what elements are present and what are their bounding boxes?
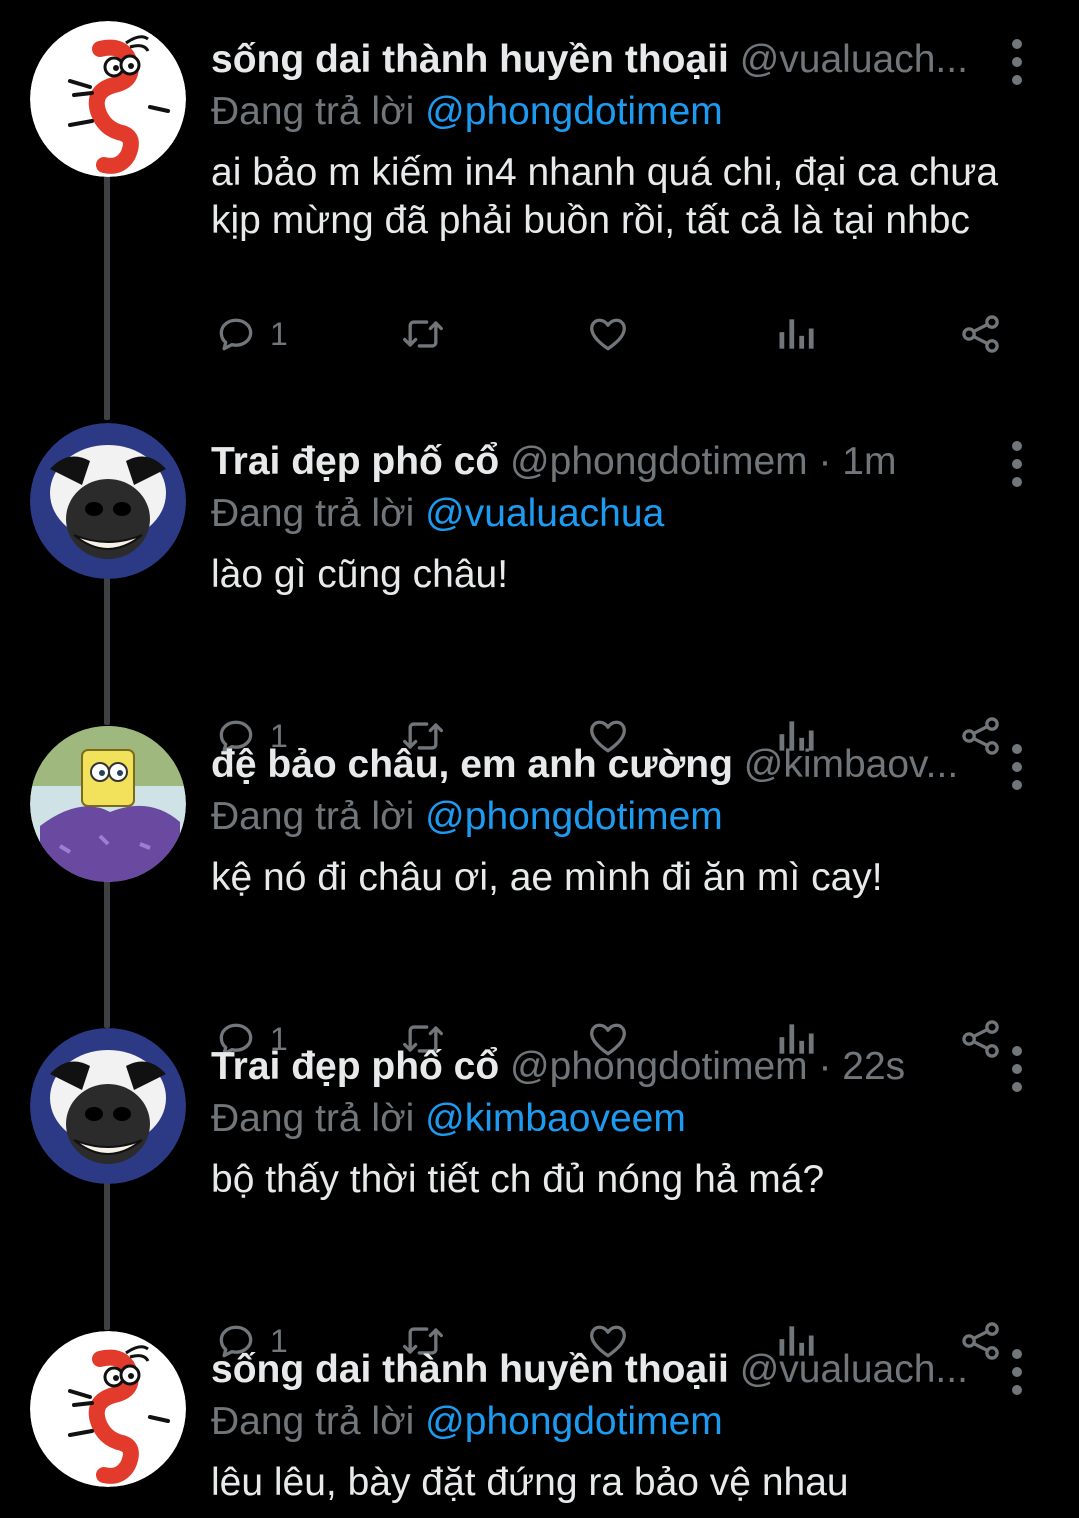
more-button[interactable]: [1000, 1042, 1034, 1096]
retweet-button[interactable]: [398, 307, 448, 361]
retweet-icon: [398, 312, 448, 356]
share-button[interactable]: [958, 307, 1004, 361]
replying-prefix: Đang trả lời: [211, 1097, 415, 1140]
more-vertical-icon: [1000, 35, 1034, 89]
replying-to: Đang trả lời @phongdotimem: [211, 792, 723, 842]
user-handle[interactable]: @vualuach...: [740, 38, 968, 81]
tweet-header: sống dai thành huyền thoạii @vualuach...: [211, 35, 981, 85]
reply-button[interactable]: 1: [214, 307, 288, 361]
views-icon: [776, 312, 816, 356]
replying-prefix: Đang trả lời: [211, 1400, 415, 1443]
tweet-header: sống dai thành huyền thoạii @vualuach...: [211, 1345, 981, 1395]
dragon-avatar[interactable]: [30, 1331, 186, 1487]
display-name[interactable]: Trai đẹp phố cổ: [211, 1045, 499, 1088]
more-button[interactable]: [1000, 1345, 1034, 1399]
like-button[interactable]: [585, 307, 631, 361]
tweet-header: Trai đẹp phố cổ @phongdotimem · 1m: [211, 437, 981, 487]
replying-prefix: Đang trả lời: [211, 795, 415, 838]
replying-prefix: Đang trả lời: [211, 492, 415, 535]
display-name[interactable]: sống dai thành huyền thoạii: [211, 38, 729, 81]
user-handle[interactable]: @vualuach...: [740, 1348, 968, 1391]
replying-to: Đang trả lời @kimbaoveem: [211, 1094, 686, 1144]
more-vertical-icon: [1000, 437, 1034, 491]
more-button[interactable]: [1000, 437, 1034, 491]
tweet-header: đệ bảo châu, em anh cường @kimbaov...: [211, 740, 981, 790]
reply-count: 1: [270, 315, 288, 352]
tweet[interactable]: Trai đẹp phố cổ @phongdotimem · 22s Đang…: [0, 1022, 1079, 1360]
tweet-text: bộ thấy thời tiết ch đủ nóng hả má?: [211, 1158, 825, 1201]
tweet-text: ai bảo m kiếm in4 nhanh quá chi, đại ca …: [211, 151, 999, 242]
user-handle[interactable]: @phongdotimem · 22s: [510, 1045, 905, 1088]
replying-prefix: Đang trả lời: [211, 90, 415, 133]
heart-icon: [585, 312, 631, 356]
more-button[interactable]: [1000, 35, 1034, 89]
more-vertical-icon: [1000, 740, 1034, 794]
tweet-header: Trai đẹp phố cổ @phongdotimem · 22s: [211, 1042, 981, 1092]
tweet-text: lào gì cũng châu!: [211, 553, 509, 596]
spongebob-avatar[interactable]: [30, 726, 186, 882]
mention-link[interactable]: @phongdotimem: [425, 90, 723, 133]
more-button[interactable]: [1000, 740, 1034, 794]
tweet[interactable]: sống dai thành huyền thoạii @vualuach...…: [0, 1325, 1079, 1518]
display-name[interactable]: đệ bảo châu, em anh cường: [211, 743, 733, 786]
tweet-text: lêu lêu, bày đặt đứng ra bảo vệ nhau: [211, 1461, 849, 1504]
dragon-avatar[interactable]: [30, 21, 186, 177]
reply-icon: [214, 312, 258, 356]
views-button[interactable]: [776, 307, 816, 361]
replying-to: Đang trả lời @phongdotimem: [211, 1397, 723, 1447]
cow-avatar[interactable]: [30, 1028, 186, 1184]
tweet[interactable]: Trai đẹp phố cổ @phongdotimem · 1m Đang …: [0, 417, 1079, 755]
tweet-text: kệ nó đi châu ơi, ae mình đi ăn mì cay!: [211, 856, 883, 899]
replying-to: Đang trả lời @vualuachua: [211, 489, 664, 539]
display-name[interactable]: sống dai thành huyền thoạii: [211, 1348, 729, 1391]
mention-link[interactable]: @kimbaoveem: [425, 1097, 686, 1140]
replying-to: Đang trả lời @phongdotimem: [211, 87, 723, 137]
display-name[interactable]: Trai đẹp phố cổ: [211, 440, 499, 483]
share-icon: [958, 312, 1004, 356]
mention-link[interactable]: @vualuachua: [425, 492, 664, 535]
cow-avatar[interactable]: [30, 423, 186, 579]
tweet[interactable]: đệ bảo châu, em anh cường @kimbaov... Đa…: [0, 720, 1079, 1058]
action-bar: 1: [0, 307, 1079, 361]
more-vertical-icon: [1000, 1042, 1034, 1096]
more-vertical-icon: [1000, 1345, 1034, 1399]
mention-link[interactable]: @phongdotimem: [425, 1400, 723, 1443]
tweet[interactable]: sống dai thành huyền thoạii @vualuach...…: [0, 15, 1079, 353]
mention-link[interactable]: @phongdotimem: [425, 795, 723, 838]
user-handle[interactable]: @kimbaov...: [744, 743, 958, 786]
user-handle[interactable]: @phongdotimem · 1m: [510, 440, 896, 483]
